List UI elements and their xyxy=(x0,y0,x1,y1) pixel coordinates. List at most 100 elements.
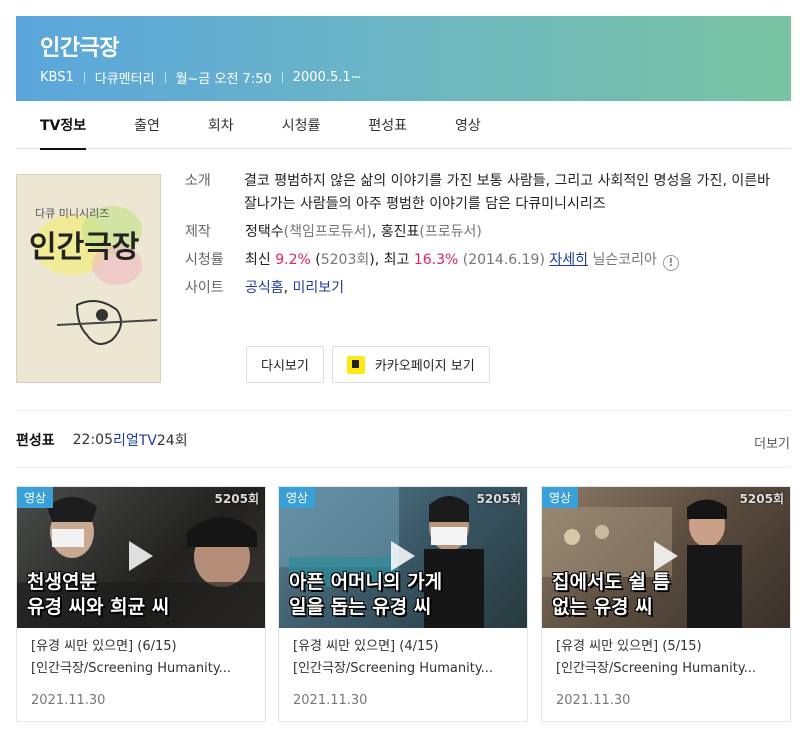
kakao-page-icon xyxy=(346,355,365,374)
meta-divider xyxy=(164,72,166,83)
channel: KBS1 xyxy=(40,70,74,85)
site-links: 공식홈, 미리보기 xyxy=(245,277,775,300)
video-title[interactable]: [유경 씨만 있으면] (4/15) xyxy=(293,636,513,658)
meta-divider xyxy=(83,72,85,83)
info-row-site: 사이트 공식홈, 미리보기 xyxy=(185,277,775,300)
caption-line: 유경 씨와 희균 씨 xyxy=(27,596,170,618)
producer-name-2[interactable]: 홍진표 xyxy=(381,224,420,240)
info-row-intro: 소개 결코 평범하지 않은 삶의 이야기를 가진 보통 사람들, 그리고 사회적… xyxy=(185,170,775,216)
ratings-detail-link[interactable]: 자세히 xyxy=(549,252,588,268)
meta-divider xyxy=(281,72,283,83)
video-badge: 영상 xyxy=(542,487,579,508)
kakao-page-button[interactable]: 카카오페이지 보기 xyxy=(331,346,490,383)
intro-text: 결코 평범하지 않은 삶의 이야기를 가진 보통 사람들, 그리고 사회적인 명… xyxy=(244,173,770,212)
schedule-time: 22:05 xyxy=(72,432,113,448)
producer-role-1: (책임프로듀서) xyxy=(283,224,372,240)
production-label: 제작 xyxy=(185,224,211,240)
intro-label: 소개 xyxy=(185,173,211,189)
play-icon[interactable] xyxy=(654,541,678,571)
schedule-channel-link[interactable]: 리얼TV xyxy=(113,430,157,450)
thumbnail-caption: 천생연분 유경 씨와 희균 씨 xyxy=(27,570,259,620)
video-text: [유경 씨만 있으면] (4/15) [인간극장/Screening Human… xyxy=(279,628,527,680)
official-site-link[interactable]: 공식홈 xyxy=(245,280,284,296)
caption-line: 집에서도 쉴 틈 xyxy=(552,571,671,593)
video-subtitle[interactable]: [인간극장/Screening Humanity... xyxy=(556,658,776,680)
section-divider xyxy=(16,410,791,411)
video-subtitle[interactable]: [인간극장/Screening Humanity... xyxy=(31,658,251,680)
help-icon[interactable]: ! xyxy=(662,255,679,271)
caption-line: 없는 유경 씨 xyxy=(552,596,653,618)
replay-button-label: 다시보기 xyxy=(261,359,309,374)
episode-mark: 5205회 xyxy=(476,492,521,506)
poster-title-text: 인간극장 xyxy=(29,230,140,265)
separator: , xyxy=(283,280,293,296)
program-meta: KBS1 다큐멘터리 월~금 오전 7:50 2000.5.1~ xyxy=(40,68,362,87)
video-card[interactable]: 영상 5205회 집에서도 쉴 틈 없는 유경 씨 [유경 씨만 있으면] (5… xyxy=(541,486,791,722)
more-link[interactable]: 더보기 xyxy=(754,433,790,452)
caption-line: 일을 돕는 유경 씨 xyxy=(289,596,432,618)
video-badge: 영상 xyxy=(17,487,54,508)
play-icon[interactable] xyxy=(391,541,415,571)
paren-open: ( xyxy=(310,252,321,268)
video-card[interactable]: 영상 5205회 아픈 어머니의 가게 일을 돕는 유경 씨 [유경 씨만 있으… xyxy=(278,486,528,722)
program-info: 소개 결코 평범하지 않은 삶의 이야기를 가진 보통 사람들, 그리고 사회적… xyxy=(185,170,775,305)
tab-cast[interactable]: 출연 xyxy=(110,101,184,149)
schedule-episode: 24회 xyxy=(156,433,188,449)
video-title[interactable]: [유경 씨만 있으면] (6/15) xyxy=(31,636,251,658)
airtime: 월~금 오전 7:50 xyxy=(175,72,272,87)
genre: 다큐멘터리 xyxy=(94,72,155,87)
thumbnail-caption: 집에서도 쉴 틈 없는 유경 씨 xyxy=(552,570,784,620)
info-row-ratings: 시청률 최신 9.2% (5203회), 최고 16.3% (2014.6.19… xyxy=(185,249,775,272)
preview-link[interactable]: 미리보기 xyxy=(293,280,345,296)
separator: , xyxy=(371,224,381,240)
episode-mark: 5205회 xyxy=(739,492,784,506)
caption-line: 아픈 어머니의 가게 xyxy=(289,571,443,593)
program-header: 인간극장 KBS1 다큐멘터리 월~금 오전 7:50 2000.5.1~ xyxy=(16,16,791,101)
video-date: 2021.11.30 xyxy=(556,693,631,708)
tab-bar: TV정보 출연 회차 시청률 편성표 영상 xyxy=(16,101,791,150)
tab-schedule[interactable]: 편성표 xyxy=(344,101,431,149)
video-thumbnail[interactable]: 영상 5205회 아픈 어머니의 가게 일을 돕는 유경 씨 xyxy=(279,487,527,628)
poster-art: 다큐 미니시리즈 인간극장 xyxy=(17,175,160,382)
video-text: [유경 씨만 있으면] (5/15) [인간극장/Screening Human… xyxy=(542,628,790,680)
video-thumbnail[interactable]: 영상 5205회 집에서도 쉴 틈 없는 유경 씨 xyxy=(542,487,790,628)
tab-ratings[interactable]: 시청률 xyxy=(258,101,345,149)
program-poster[interactable]: 다큐 미니시리즈 인간극장 xyxy=(16,174,161,383)
ratings-value: 최신 9.2% (5203회), 최고 16.3% (2014.6.19) 자세… xyxy=(245,249,775,272)
site-label: 사이트 xyxy=(185,280,224,296)
best-rating: 16.3% xyxy=(413,252,459,268)
tab-tv-info[interactable]: TV정보 xyxy=(16,101,110,150)
info-row-production: 제작 정택수(책임프로듀서), 홍진표(프로듀서) xyxy=(185,221,775,244)
poster-series-text: 다큐 미니시리즈 xyxy=(35,207,109,220)
episode-mark: 5205회 xyxy=(214,492,259,506)
video-title[interactable]: [유경 씨만 있으면] (5/15) xyxy=(556,636,776,658)
video-text: [유경 씨만 있으면] (6/15) [인간극장/Screening Human… xyxy=(17,628,265,680)
thumbnail-caption: 아픈 어머니의 가게 일을 돕는 유경 씨 xyxy=(289,570,521,620)
best-prefix: ), 최고 xyxy=(369,252,414,268)
replay-button[interactable]: 다시보기 xyxy=(246,346,324,383)
latest-prefix: 최신 xyxy=(245,252,276,268)
video-card[interactable]: 영상 5205회 천생연분 유경 씨와 희균 씨 [유경 씨만 있으면] (6/… xyxy=(16,486,266,722)
tab-episodes[interactable]: 회차 xyxy=(184,101,258,149)
video-subtitle[interactable]: [인간극장/Screening Humanity... xyxy=(293,658,513,680)
program-title: 인간극장 xyxy=(40,36,119,61)
schedule-header: 편성표 xyxy=(16,433,55,449)
video-date: 2021.11.30 xyxy=(293,693,368,708)
video-badge: 영상 xyxy=(279,487,316,508)
latest-episode: 5203회 xyxy=(320,252,370,268)
video-date: 2021.11.30 xyxy=(31,693,106,708)
tab-videos[interactable]: 영상 xyxy=(431,101,505,149)
play-icon[interactable] xyxy=(129,541,153,571)
ratings-source: 닐슨코리아 xyxy=(588,252,657,268)
video-thumbnail[interactable]: 영상 5205회 천생연분 유경 씨와 희균 씨 xyxy=(17,487,265,628)
section-divider xyxy=(16,467,791,468)
schedule-row: 편성표 22:05 리얼TV 24회 xyxy=(16,430,188,450)
producer-name-1[interactable]: 정택수 xyxy=(245,224,284,240)
producer-role-2: (프로듀서) xyxy=(419,224,482,240)
kakao-page-button-label: 카카오페이지 보기 xyxy=(374,359,475,374)
best-date: (2014.6.19) xyxy=(458,252,550,268)
latest-rating: 9.2% xyxy=(275,252,311,268)
production-value: 정택수(책임프로듀서), 홍진표(프로듀서) xyxy=(245,221,775,244)
start-date: 2000.5.1~ xyxy=(292,70,362,85)
ratings-label: 시청률 xyxy=(185,252,224,268)
